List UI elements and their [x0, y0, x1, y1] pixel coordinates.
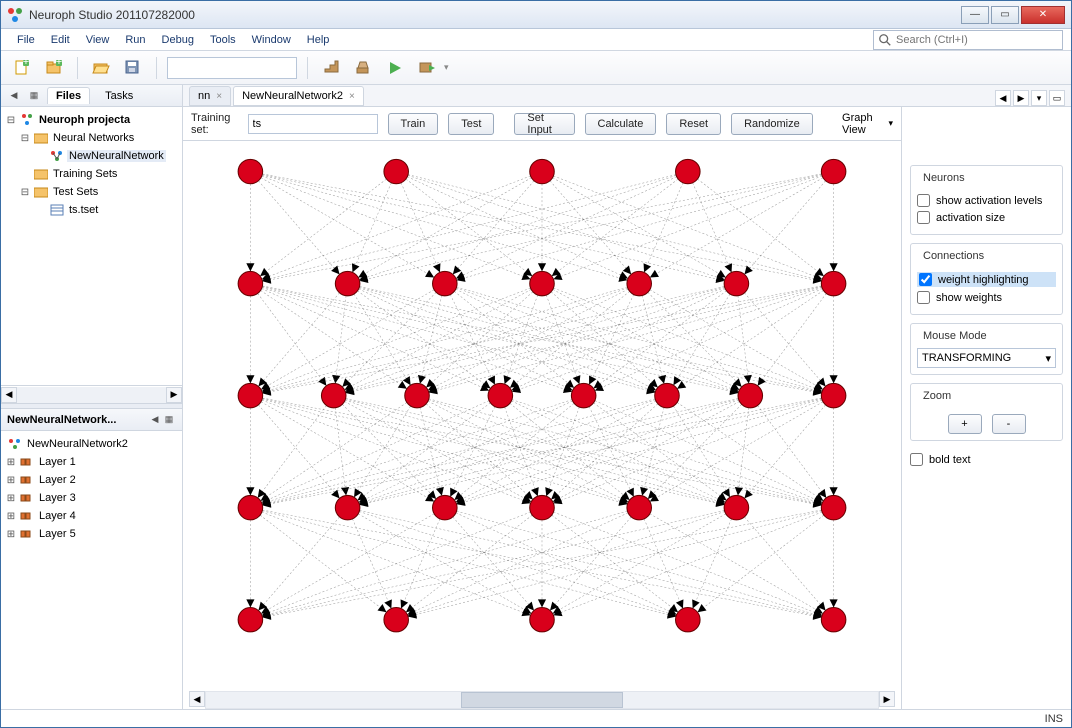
set-input-button[interactable]: Set Input [514, 113, 574, 135]
tree-project-root[interactable]: Neuroph projecta [37, 114, 132, 126]
chevron-down-icon: ▾ [888, 118, 893, 129]
menu-bar: File Edit View Run Debug Tools Window He… [1, 29, 1071, 51]
train-button[interactable]: Train [388, 113, 439, 135]
dataset-icon [49, 202, 65, 218]
tab-nn[interactable]: nn× [189, 86, 231, 106]
mouse-mode-label: Mouse Mode [919, 330, 991, 342]
editor-tabs: nn× NewNeuralNetwork2× ◀ ▶ ▾ ▭ [183, 85, 1071, 107]
network-file-icon [49, 148, 65, 164]
search-box[interactable] [873, 30, 1063, 50]
nav-back-icon[interactable]: ◀ [148, 413, 162, 427]
tab-tasks[interactable]: Tasks [96, 87, 142, 104]
navigator-layer[interactable]: ⊞Layer 4 [3, 507, 180, 525]
navigator-layer[interactable]: ⊞Layer 5 [3, 525, 180, 543]
menu-window[interactable]: Window [244, 32, 299, 48]
app-logo-icon [7, 7, 23, 23]
panel-menu-icon[interactable]: ▦ [27, 89, 41, 103]
training-set-label: Training set: [191, 112, 238, 136]
network-root-icon [7, 436, 23, 452]
open-button[interactable] [88, 55, 114, 81]
folder-icon [33, 166, 49, 182]
status-bar: INS [1, 709, 1071, 727]
new-project-button[interactable]: + [41, 55, 67, 81]
tab-new-neural-network-2[interactable]: NewNeuralNetwork2× [233, 86, 364, 106]
mouse-mode-select[interactable]: TRANSFORMING▾ [917, 348, 1056, 368]
folder-icon [33, 130, 49, 146]
chevron-down-icon[interactable]: ▾ [444, 62, 449, 73]
tab-scroll-left[interactable]: ◀ [995, 90, 1011, 106]
navigator-tree[interactable]: NewNeuralNetwork2 ⊞Layer 1⊞Layer 2⊞Layer… [1, 431, 182, 709]
main-toolbar: + + ▾ [1, 51, 1071, 85]
menu-debug[interactable]: Debug [154, 32, 202, 48]
minimize-button[interactable]: — [961, 6, 989, 24]
insert-mode-indicator: INS [1045, 713, 1063, 725]
activation-size-checkbox[interactable]: activation size [917, 211, 1056, 224]
window-title: Neuroph Studio 201107282000 [29, 8, 961, 22]
options-panel: Neurons show activation levels activatio… [901, 107, 1071, 709]
navigator-layer[interactable]: ⊞Layer 1 [3, 453, 180, 471]
close-button[interactable]: ✕ [1021, 6, 1065, 24]
search-input[interactable] [896, 34, 1058, 46]
zoom-out-button[interactable]: - [992, 414, 1026, 434]
tab-files[interactable]: Files [47, 87, 90, 104]
tab-dropdown[interactable]: ▾ [1031, 90, 1047, 106]
nav-menu-icon[interactable]: ▦ [162, 413, 176, 427]
clean-build-button[interactable] [350, 55, 376, 81]
show-weights-checkbox[interactable]: show weights [917, 291, 1056, 304]
close-tab-icon[interactable]: × [216, 91, 222, 102]
menu-view[interactable]: View [78, 32, 118, 48]
tree-training-sets[interactable]: Training Sets [51, 168, 119, 180]
tab-scroll-right[interactable]: ▶ [1013, 90, 1029, 106]
connections-group-label: Connections [919, 250, 988, 262]
close-tab-icon[interactable]: × [349, 91, 355, 102]
network-canvas[interactable] [189, 141, 895, 691]
calculate-button[interactable]: Calculate [585, 113, 657, 135]
bold-text-checkbox[interactable]: bold text [910, 453, 1063, 466]
svg-text:+: + [23, 59, 29, 68]
title-bar: Neuroph Studio 201107282000 — ▭ ✕ [1, 1, 1071, 29]
build-button[interactable] [318, 55, 344, 81]
maximize-button[interactable]: ▭ [991, 6, 1019, 24]
randomize-button[interactable]: Randomize [731, 113, 813, 135]
navigator-root[interactable]: NewNeuralNetwork2 [25, 438, 130, 450]
menu-tools[interactable]: Tools [202, 32, 244, 48]
navigator-title: NewNeuralNetwork... [7, 414, 148, 426]
tree-network-item[interactable]: NewNeuralNetwork [67, 150, 166, 162]
navigator-layer[interactable]: ⊞Layer 2 [3, 471, 180, 489]
graph-view-dropdown[interactable]: Graph View▾ [842, 112, 893, 136]
save-all-button[interactable] [120, 55, 146, 81]
project-tree[interactable]: ⊟Neuroph projecta ⊟Neural Networks NewNe… [1, 107, 182, 385]
tree-neural-networks[interactable]: Neural Networks [51, 132, 136, 144]
reset-button[interactable]: Reset [666, 113, 721, 135]
svg-text:+: + [56, 59, 62, 68]
debug-run-button[interactable] [414, 55, 440, 81]
folder-icon [33, 184, 49, 200]
run-button[interactable] [382, 55, 408, 81]
training-set-field[interactable] [248, 114, 378, 134]
menu-run[interactable]: Run [117, 32, 153, 48]
search-icon [878, 33, 892, 47]
project-icon [19, 112, 35, 128]
zoom-label: Zoom [919, 390, 955, 402]
weight-highlighting-checkbox[interactable]: weight highlighting [917, 272, 1056, 287]
tree-hscroll[interactable]: ◀▶ [1, 385, 182, 403]
tree-test-item[interactable]: ts.tset [67, 204, 100, 216]
neurons-group-label: Neurons [919, 172, 969, 184]
tree-test-sets[interactable]: Test Sets [51, 186, 100, 198]
editor-toolbar: Training set: Train Test Set Input Calcu… [183, 107, 901, 141]
test-button[interactable]: Test [448, 113, 494, 135]
chevron-down-icon: ▾ [1045, 352, 1051, 365]
menu-file[interactable]: File [9, 32, 43, 48]
tab-maximize[interactable]: ▭ [1049, 90, 1065, 106]
show-activation-levels-checkbox[interactable]: show activation levels [917, 194, 1056, 207]
zoom-in-button[interactable]: + [948, 414, 982, 434]
new-file-button[interactable]: + [9, 55, 35, 81]
menu-help[interactable]: Help [299, 32, 338, 48]
panel-back-icon[interactable]: ◀ [7, 89, 21, 103]
navigator-layer[interactable]: ⊞Layer 3 [3, 489, 180, 507]
menu-edit[interactable]: Edit [43, 32, 78, 48]
canvas-hscroll[interactable]: ◀▶ [189, 691, 895, 709]
config-combo[interactable] [167, 57, 297, 79]
